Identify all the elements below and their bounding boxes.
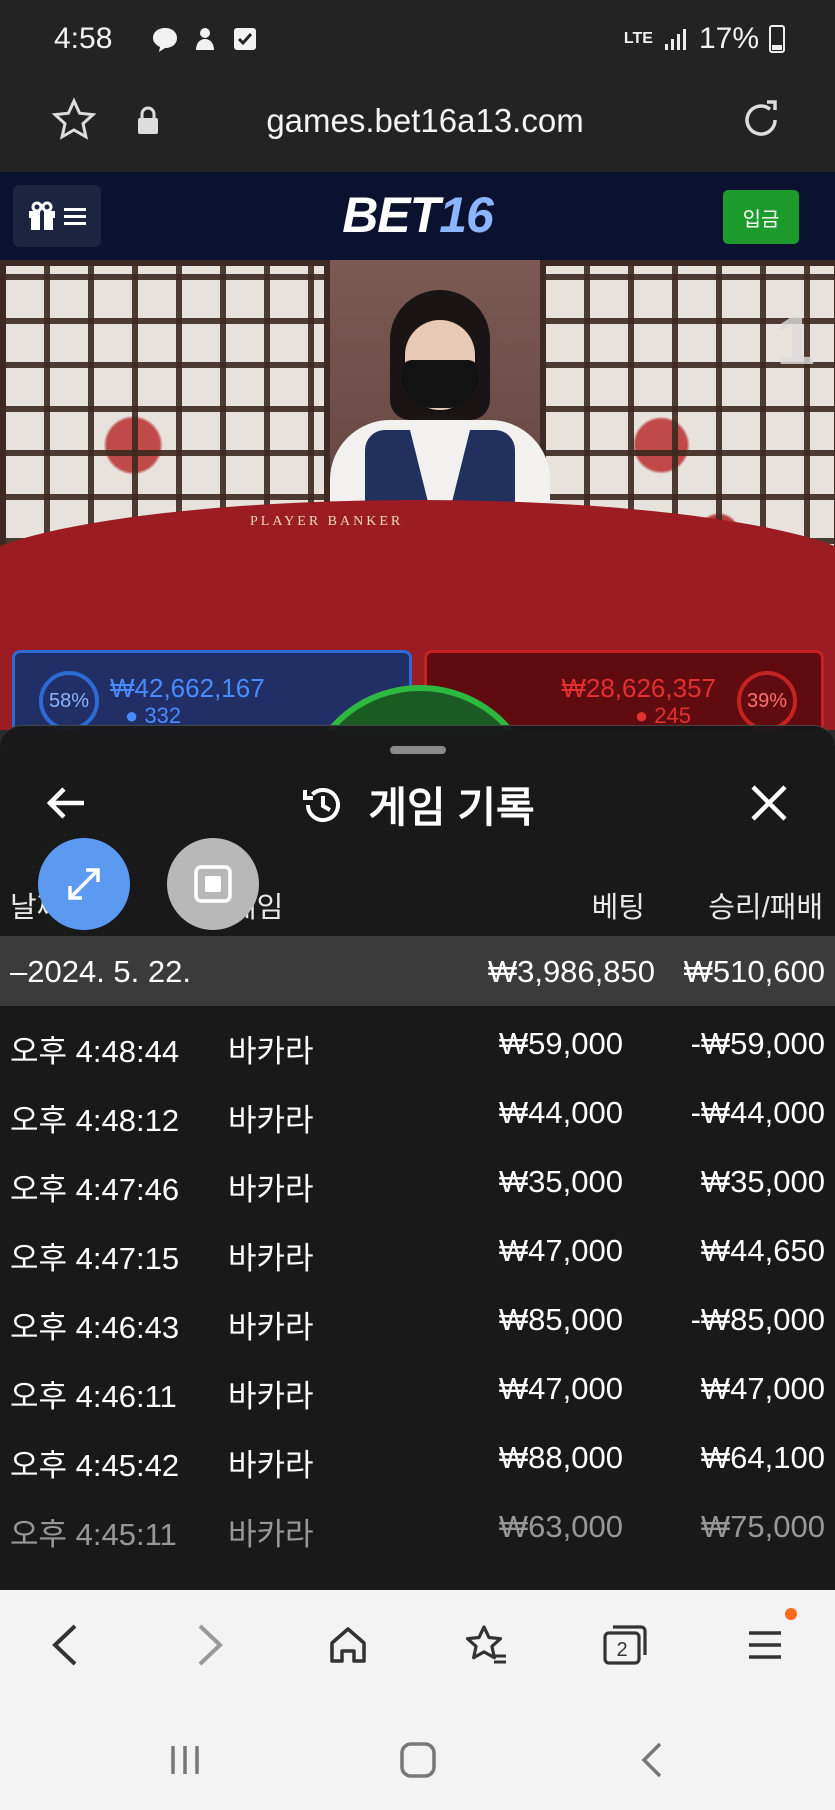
menu-icon [749, 1631, 781, 1659]
close-icon[interactable] [747, 781, 791, 825]
system-back-icon [641, 1742, 662, 1778]
history-row[interactable]: 오후 4:45:11 바카라 ₩63,000 ₩75,000 [0, 1489, 835, 1558]
browser-bottom-nav: 2 [0, 1590, 835, 1700]
reload-icon[interactable] [737, 96, 785, 144]
banker-percent: 39% [737, 671, 797, 730]
system-nav-bar [0, 1700, 835, 1810]
status-notification-icons [150, 24, 260, 54]
bookmarks-icon [465, 1625, 506, 1664]
back-icon [52, 1624, 77, 1666]
menu-notification-badge [785, 1608, 797, 1620]
live-video: PLAYER BANKER 1 58% ₩42,662,167 ● 332 ₩2… [0, 260, 835, 730]
game-history-modal: 게임 기록 날짜 게임 베팅 승리/패배 –2024. 5. 22. ₩3,98… [0, 725, 835, 1590]
battery-percent: 17% [698, 22, 759, 55]
site-header: BET16 입금 [0, 172, 835, 260]
date-group-bet-total: ₩3,986,850 [487, 954, 655, 989]
drag-handle[interactable] [390, 746, 446, 754]
history-row[interactable]: 오후 4:47:15 바카라 ₩47,000 ₩44,650 [0, 1213, 835, 1282]
date-group-label: –2024. 5. 22. [10, 954, 191, 989]
history-row[interactable]: 오후 4:48:12 바카라 ₩44,000 -₩44,000 [0, 1075, 835, 1144]
site-logo[interactable]: BET16 [0, 186, 835, 244]
pip-icon [194, 865, 232, 903]
forward-icon [198, 1624, 223, 1666]
battery-icon [769, 25, 785, 53]
picture-in-picture-button[interactable] [167, 838, 259, 930]
status-time: 4:58 [54, 22, 113, 55]
menu-button-browser[interactable] [740, 1620, 790, 1670]
column-bet: 베팅 [591, 892, 645, 924]
home-square-icon [400, 1742, 436, 1778]
recent-apps-icon [171, 1746, 199, 1774]
svg-text:2: 2 [616, 1639, 627, 1661]
recent-apps-button[interactable] [160, 1735, 210, 1785]
history-icon [303, 787, 341, 822]
url-text[interactable]: games.bet16a13.com [0, 102, 835, 140]
bookmarks-button[interactable] [462, 1620, 512, 1670]
tabs-button[interactable]: 2 [600, 1620, 650, 1670]
system-home-button[interactable] [393, 1735, 443, 1785]
signal-icon [664, 29, 686, 50]
table-label: PLAYER BANKER [250, 514, 404, 529]
history-row[interactable]: 오후 4:46:11 바카라 ₩47,000 ₩47,000 [0, 1351, 835, 1420]
status-system-icons: LTE 17% [624, 22, 785, 56]
tabs-icon: 2 [603, 1625, 647, 1665]
date-group-row[interactable]: –2024. 5. 22. ₩3,986,850 ₩510,600 [0, 936, 835, 1006]
banker-amount: ₩28,626,357 [561, 673, 716, 703]
messenger-icon [153, 28, 177, 52]
home-button[interactable] [323, 1620, 373, 1670]
date-group-result-total: ₩510,600 [683, 954, 825, 989]
player-amount: ₩42,662,167 [110, 673, 265, 703]
round-indicator: 1 [776, 301, 815, 379]
history-row[interactable]: 오후 4:46:43 바카라 ₩85,000 -₩85,000 [0, 1282, 835, 1351]
dealer-mask [402, 360, 478, 408]
app-icon [196, 28, 214, 50]
history-rows: 오후 4:48:44 바카라 ₩59,000 -₩59,000 오후 4:48:12 바… [0, 1006, 835, 1558]
status-bar: 4:58 LTE 17% [0, 0, 835, 80]
modal-title: 게임 기록 [0, 774, 835, 835]
deposit-button[interactable]: 입금 [723, 190, 799, 244]
home-icon [330, 1627, 366, 1663]
expand-icon [68, 868, 100, 900]
browser-url-bar: games.bet16a13.com [0, 80, 835, 172]
history-row[interactable]: 오후 4:47:46 바카라 ₩35,000 ₩35,000 [0, 1144, 835, 1213]
network-type: LTE [623, 30, 653, 47]
player-percent: 58% [39, 671, 99, 730]
back-button[interactable] [42, 1620, 92, 1670]
column-result: 승리/패배 [708, 892, 823, 924]
history-row[interactable]: 오후 4:45:42 바카라 ₩88,000 ₩64,100 [0, 1420, 835, 1489]
expand-button[interactable] [38, 838, 130, 930]
check-icon [234, 28, 256, 50]
forward-button[interactable] [183, 1620, 233, 1670]
modal-title-text: 게임 기록 [368, 784, 535, 831]
system-back-button[interactable] [628, 1735, 678, 1785]
history-row[interactable]: 오후 4:48:44 바카라 ₩59,000 -₩59,000 [0, 1006, 835, 1075]
